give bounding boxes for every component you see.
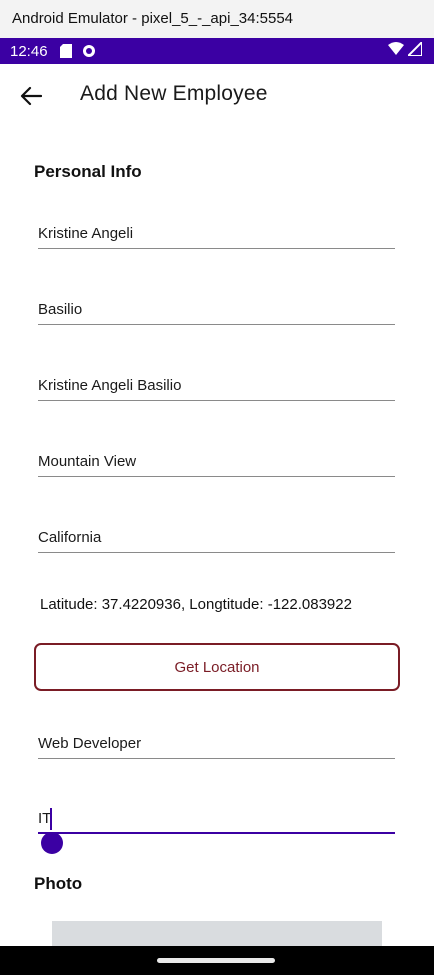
city-input[interactable] bbox=[38, 437, 395, 477]
department-input[interactable] bbox=[38, 794, 395, 834]
app-bar: Add New Employee bbox=[0, 64, 434, 128]
position-field[interactable] bbox=[38, 719, 395, 759]
text-cursor bbox=[50, 808, 52, 830]
position-input[interactable] bbox=[38, 719, 395, 759]
wifi-icon bbox=[388, 42, 404, 60]
sd-card-icon bbox=[59, 44, 72, 58]
app-notification-icon bbox=[82, 44, 96, 58]
page-title: Add New Employee bbox=[80, 82, 268, 105]
section-title-photo: Photo bbox=[34, 874, 83, 893]
status-bar: 12:46 bbox=[0, 38, 434, 64]
state-input[interactable] bbox=[38, 513, 395, 553]
city-field[interactable] bbox=[38, 437, 395, 477]
get-location-button[interactable]: Get Location bbox=[34, 643, 400, 691]
signal-icon bbox=[405, 39, 423, 61]
back-button[interactable] bbox=[14, 80, 48, 112]
emulator-window-title: Android Emulator - pixel_5_-_api_34:5554 bbox=[0, 0, 434, 38]
last-name-field[interactable] bbox=[38, 285, 395, 325]
last-name-input[interactable] bbox=[38, 285, 395, 325]
photo-placeholder[interactable] bbox=[52, 921, 382, 949]
first-name-input[interactable] bbox=[38, 209, 395, 249]
home-gesture-handle[interactable] bbox=[157, 958, 275, 963]
first-name-field[interactable] bbox=[38, 209, 395, 249]
navigation-bar bbox=[0, 946, 434, 975]
full-name-input[interactable] bbox=[38, 361, 395, 401]
coordinates-text: Latitude: 37.4220936, Longtitude: -122.0… bbox=[40, 596, 352, 613]
state-field[interactable] bbox=[38, 513, 395, 553]
department-field[interactable] bbox=[38, 794, 395, 834]
arrow-left-icon bbox=[20, 86, 42, 106]
full-name-field[interactable] bbox=[38, 361, 395, 401]
status-time: 12:46 bbox=[10, 42, 48, 60]
cursor-handle[interactable] bbox=[41, 832, 63, 854]
section-title-personal-info: Personal Info bbox=[34, 162, 142, 181]
